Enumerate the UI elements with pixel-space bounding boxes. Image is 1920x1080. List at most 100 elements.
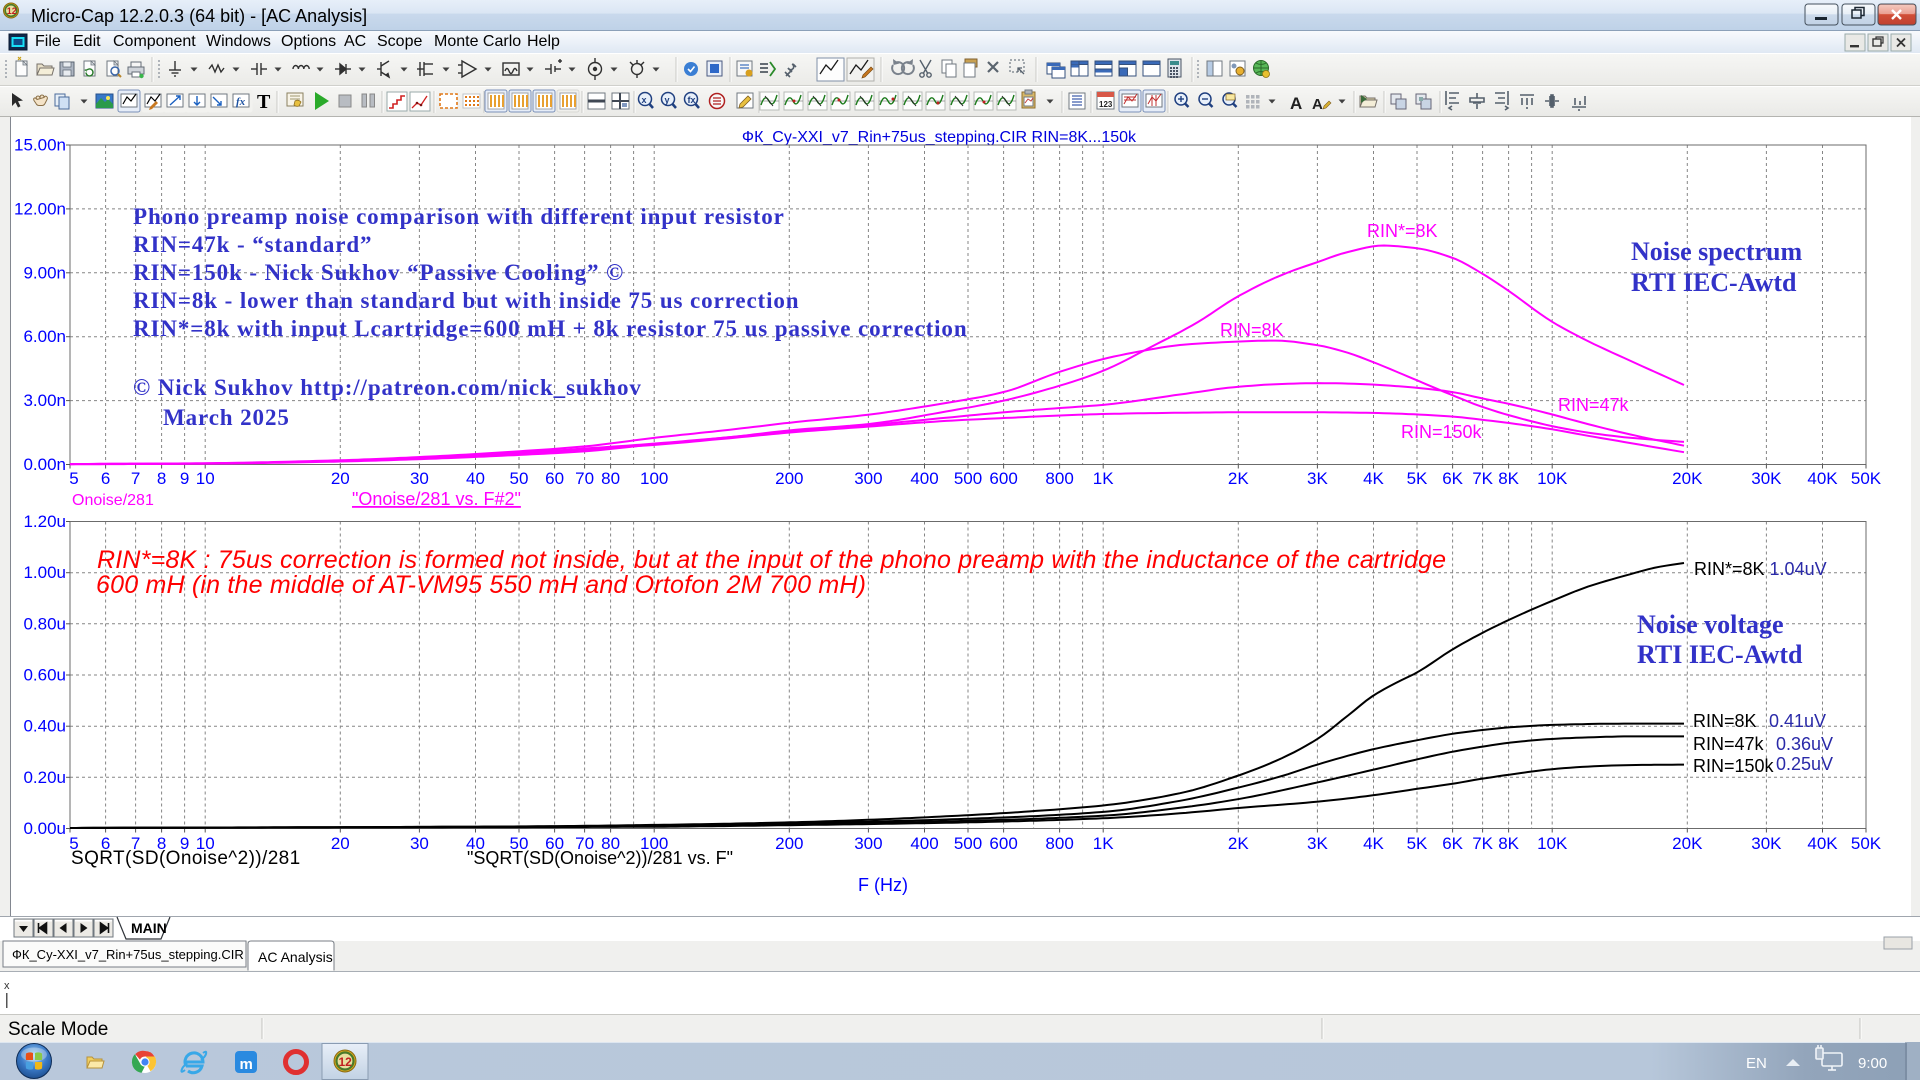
svg-text:© Nick Sukhov http://patreon.c: © Nick Sukhov http://patreon.com/nick_su… xyxy=(133,375,642,400)
svg-text:0.41uV: 0.41uV xyxy=(1769,711,1826,731)
svg-text:40K: 40K xyxy=(1807,834,1838,853)
svg-text:60: 60 xyxy=(545,469,564,488)
svg-text:0.00u: 0.00u xyxy=(23,819,66,838)
svg-text:30K: 30K xyxy=(1751,469,1782,488)
svg-text:800: 800 xyxy=(1045,469,1073,488)
svg-text:800: 800 xyxy=(1045,834,1073,853)
svg-text:2K: 2K xyxy=(1228,834,1249,853)
svg-text:100: 100 xyxy=(640,469,668,488)
svg-text:RIN*=8K: RIN*=8K xyxy=(1367,221,1438,241)
svg-text:7K: 7K xyxy=(1472,834,1493,853)
svg-text:T: T xyxy=(257,91,271,113)
svg-text:2K: 2K xyxy=(1228,469,1249,488)
svg-text:15.00n: 15.00n xyxy=(14,136,66,155)
svg-text:300: 300 xyxy=(854,469,882,488)
svg-text:fx: fx xyxy=(688,95,696,105)
svg-text:Onoise/281: Onoise/281 xyxy=(72,492,154,509)
svg-text:50K: 50K xyxy=(1851,469,1882,488)
svg-text:9: 9 xyxy=(180,469,189,488)
svg-text:20: 20 xyxy=(331,469,350,488)
svg-text:6.00n: 6.00n xyxy=(23,327,66,346)
svg-text:20K: 20K xyxy=(1672,469,1703,488)
svg-text:8K: 8K xyxy=(1498,469,1519,488)
svg-text:AC Analysis: AC Analysis xyxy=(258,949,333,965)
svg-text:fx: fx xyxy=(236,96,246,108)
svg-text:80: 80 xyxy=(601,469,620,488)
svg-text:12: 12 xyxy=(7,6,17,16)
svg-text:RIN=150k: RIN=150k xyxy=(1401,422,1483,442)
svg-text:500: 500 xyxy=(954,469,982,488)
svg-text:6: 6 xyxy=(101,469,110,488)
svg-text:6K: 6K xyxy=(1442,469,1463,488)
svg-text:RIN=150k - Nick Sukhov “Passiv: RIN=150k - Nick Sukhov “Passive Cooling”… xyxy=(133,260,624,285)
svg-text:20K: 20K xyxy=(1672,834,1703,853)
svg-text:1.00u: 1.00u xyxy=(23,563,66,582)
svg-text:70: 70 xyxy=(575,469,594,488)
svg-text:RIN*=8K : 75us correction is f: RIN*=8K : 75us correction is formed not … xyxy=(97,546,1446,574)
svg-text:RIN=150k: RIN=150k xyxy=(1693,756,1775,776)
svg-text:3K: 3K xyxy=(1307,469,1328,488)
svg-text:"Onoise/281 vs. F#2": "Onoise/281 vs. F#2" xyxy=(352,489,521,509)
svg-text:6K: 6K xyxy=(1442,834,1463,853)
svg-text:MAIN: MAIN xyxy=(131,920,167,936)
svg-text:40K: 40K xyxy=(1807,469,1838,488)
svg-text:5K: 5K xyxy=(1407,469,1428,488)
svg-text:RIN=8K: RIN=8K xyxy=(1220,320,1284,340)
svg-text:A: A xyxy=(1290,94,1302,113)
svg-text:EN: EN xyxy=(1746,1055,1767,1072)
svg-text:1.20u: 1.20u xyxy=(23,512,66,531)
svg-text:12: 12 xyxy=(339,1055,353,1069)
svg-text:3K: 3K xyxy=(1307,834,1328,853)
svg-text:600 mH (in the middle of AT-VM: 600 mH (in the middle of AT-VM95 550 mH … xyxy=(96,571,866,599)
svg-text:0.60u: 0.60u xyxy=(23,666,66,685)
svg-text:RIN=8k - lower than standard b: RIN=8k - lower than standard but with in… xyxy=(133,288,800,313)
svg-text:Noise voltage: Noise voltage xyxy=(1637,610,1784,639)
svg-text:RIN=47k: RIN=47k xyxy=(1693,734,1765,754)
svg-text:x: x xyxy=(4,980,10,992)
svg-text:10K: 10K xyxy=(1537,834,1568,853)
svg-text:5K: 5K xyxy=(1407,834,1428,853)
svg-text:300: 300 xyxy=(854,834,882,853)
svg-text:RIN*=8K 1.04uV: RIN*=8K 1.04uV xyxy=(1694,559,1827,579)
svg-text:"SQRT(SD(Onoise^2))/281 vs. F": "SQRT(SD(Onoise^2))/281 vs. F" xyxy=(467,848,733,868)
svg-text:RIN*=8k with input Lcartridge=: RIN*=8k with input Lcartridge=600 mH + 8… xyxy=(133,316,968,341)
svg-text:7K: 7K xyxy=(1472,469,1493,488)
svg-text:RIN=47k: RIN=47k xyxy=(1558,395,1630,415)
svg-text:ФК_Cy-XXI_v7_Rin+75us_stepping: ФК_Cy-XXI_v7_Rin+75us_stepping.CIR xyxy=(12,947,244,962)
svg-text:20: 20 xyxy=(331,834,350,853)
svg-text:50K: 50K xyxy=(1851,834,1882,853)
svg-text:123: 123 xyxy=(1099,100,1113,109)
svg-text:0.20u: 0.20u xyxy=(23,768,66,787)
svg-text:A: A xyxy=(1312,96,1323,113)
svg-text:Phono preamp noise comparison: Phono preamp noise comparison with diffe… xyxy=(133,204,785,229)
svg-text:400: 400 xyxy=(910,834,938,853)
svg-text:RTI IEC-Awtd: RTI IEC-Awtd xyxy=(1631,268,1797,297)
svg-text:5: 5 xyxy=(69,469,78,488)
svg-text:1K: 1K xyxy=(1093,469,1114,488)
svg-text:F (Hz): F (Hz) xyxy=(858,875,908,895)
svg-text:0.36uV: 0.36uV xyxy=(1776,734,1833,754)
svg-text:March 2025: March 2025 xyxy=(163,405,290,430)
svg-text:50: 50 xyxy=(510,469,529,488)
svg-text:x: x xyxy=(642,95,647,105)
svg-text:0.25uV: 0.25uV xyxy=(1776,754,1833,774)
svg-text:30: 30 xyxy=(410,834,429,853)
svg-text:1K: 1K xyxy=(1093,834,1114,853)
svg-text:200: 200 xyxy=(775,834,803,853)
svg-text:9.00n: 9.00n xyxy=(23,263,66,282)
svg-text:4K: 4K xyxy=(1363,469,1384,488)
svg-text:SQRT(SD(Onoise^2))/281: SQRT(SD(Onoise^2))/281 xyxy=(71,848,301,869)
svg-text:y: y xyxy=(665,95,670,105)
svg-text:600: 600 xyxy=(989,469,1017,488)
svg-text:ФК_Cy-XXI_v7_Rin+75us_stepping: ФК_Cy-XXI_v7_Rin+75us_stepping.CIR RIN=8… xyxy=(742,129,1137,146)
svg-text:RTI IEC-Awtd: RTI IEC-Awtd xyxy=(1637,640,1803,669)
svg-text:4K: 4K xyxy=(1363,834,1384,853)
svg-text:600: 600 xyxy=(989,834,1017,853)
svg-text:m: m xyxy=(240,1056,253,1073)
svg-text:12.00n: 12.00n xyxy=(14,199,66,218)
svg-text:200: 200 xyxy=(775,469,803,488)
svg-text:400: 400 xyxy=(910,469,938,488)
svg-text:7: 7 xyxy=(131,469,140,488)
svg-text:0.40u: 0.40u xyxy=(23,717,66,736)
svg-text:RIN=8K: RIN=8K xyxy=(1693,711,1757,731)
